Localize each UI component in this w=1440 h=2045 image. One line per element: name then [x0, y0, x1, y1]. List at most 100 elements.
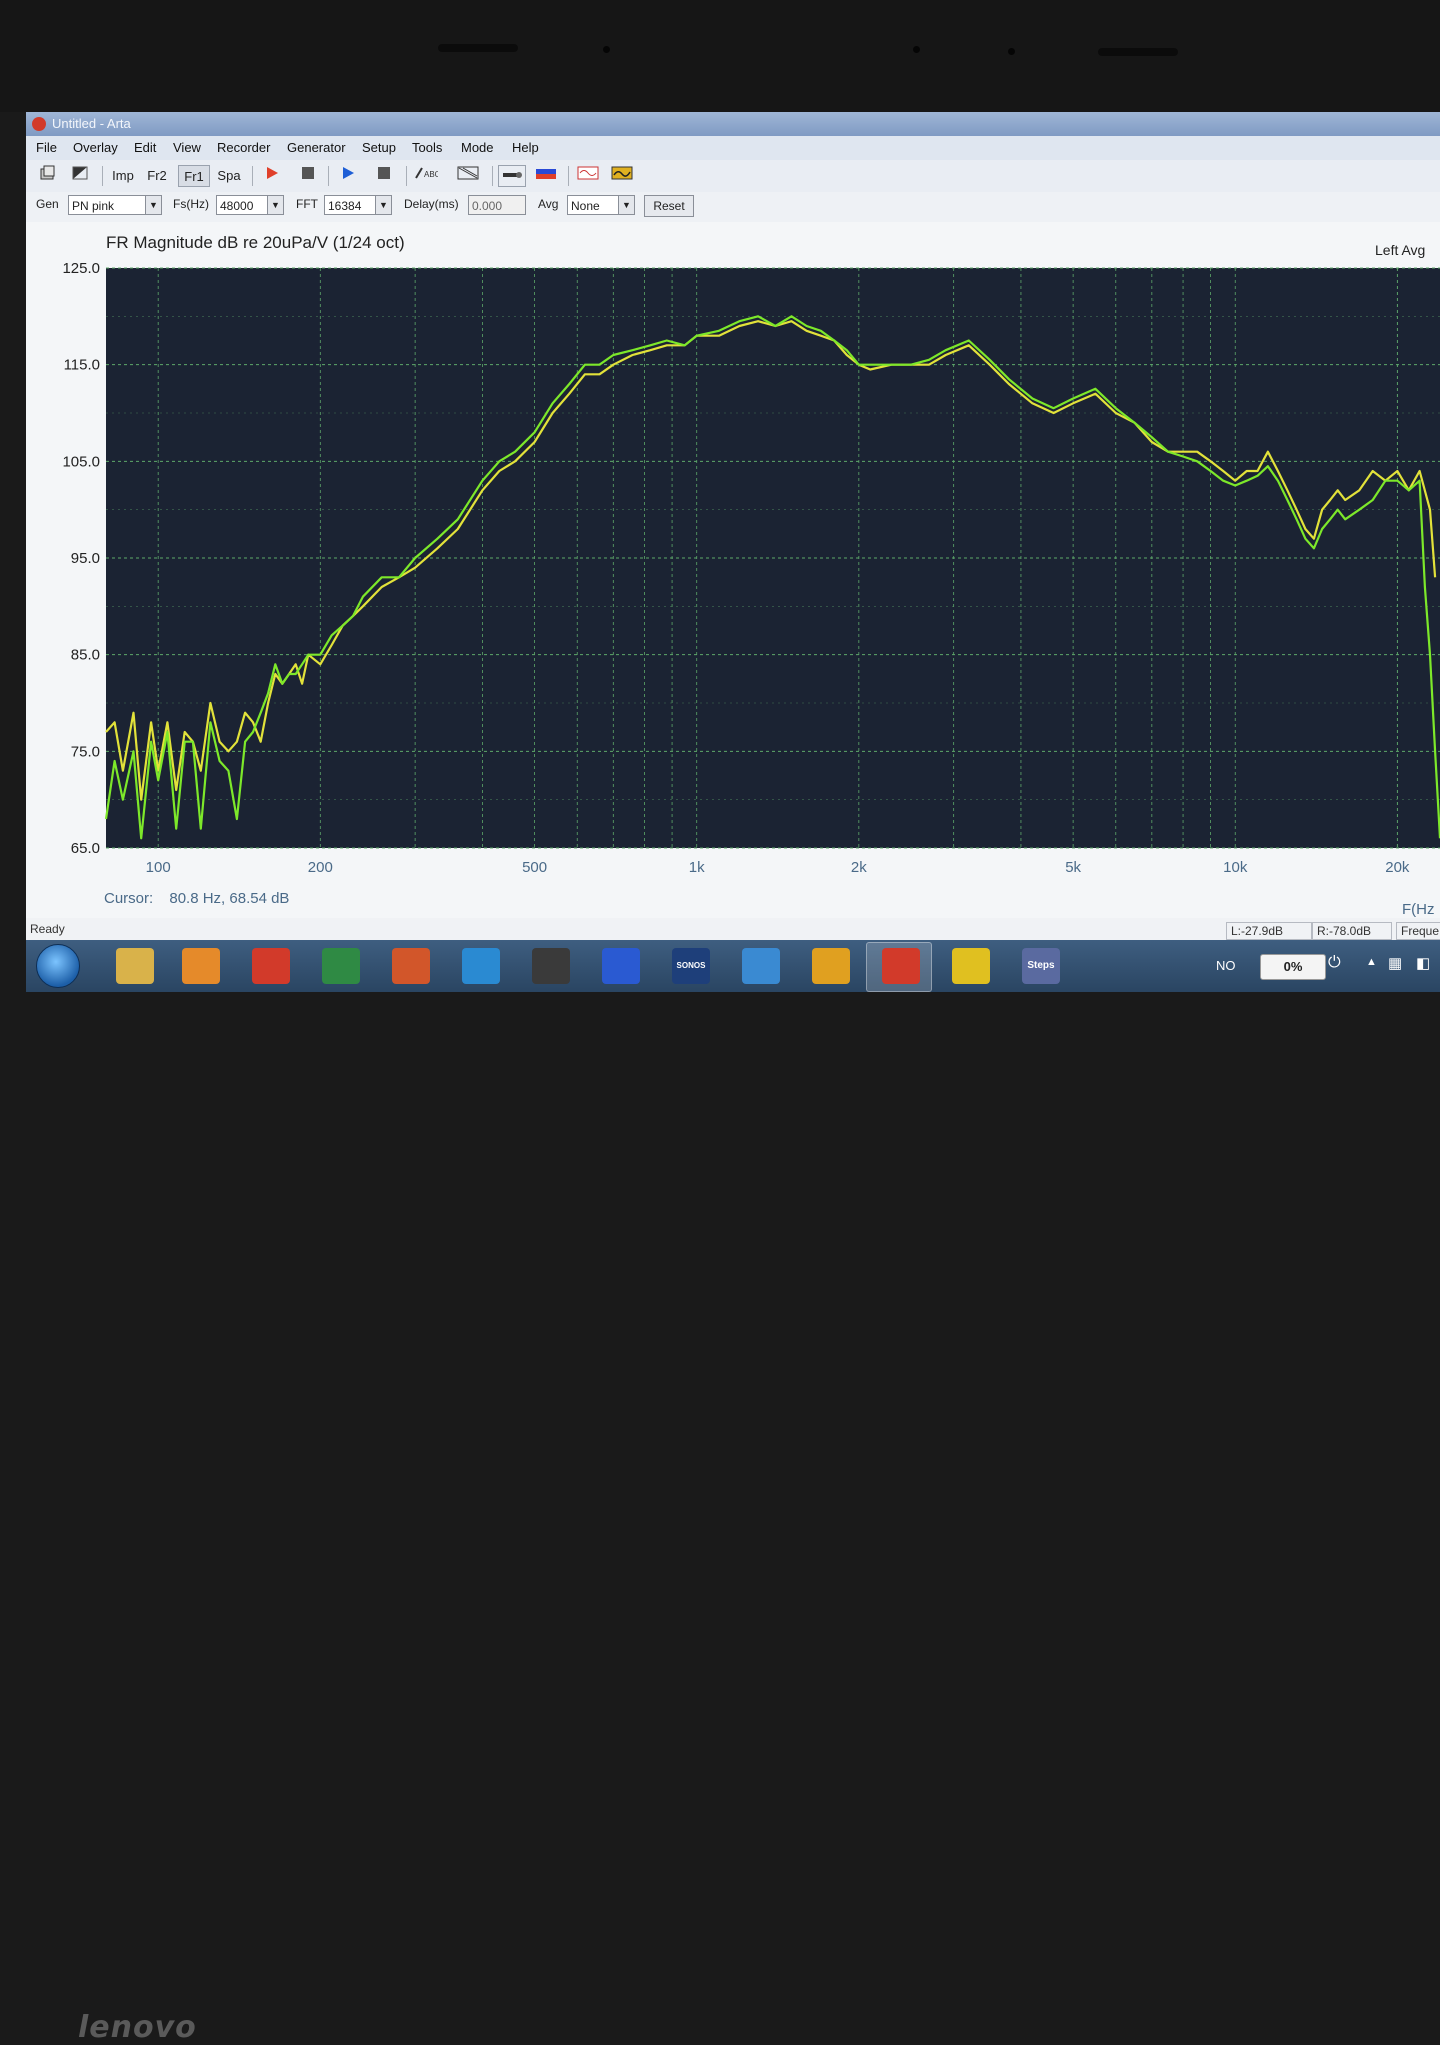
cursor-readout: Cursor: 80.8 Hz, 68.54 dB	[104, 890, 289, 907]
x-tick-label: 500	[522, 859, 547, 876]
y-axis: 125.0 115.0 105.0 95.0 85.0 75.0 65.0	[62, 260, 100, 857]
language-indicator[interactable]: NO	[1216, 958, 1236, 973]
generator-select[interactable]: PN pink	[68, 195, 146, 215]
menu-mode[interactable]: Mode	[461, 140, 494, 155]
fr1-mode-icon[interactable]: Fr1	[178, 165, 210, 187]
x-axis-label: F(Hz	[1402, 901, 1435, 918]
fr-magnitude-chart[interactable]: FR Magnitude dB re 20uPa/V (1/24 oct) Le…	[26, 222, 1440, 918]
chevron-down-icon[interactable]: ▼	[145, 195, 162, 215]
delay-input[interactable]: 0.000	[468, 195, 526, 215]
mail-app-icon[interactable]	[742, 948, 780, 984]
record-icon[interactable]	[258, 165, 286, 187]
status-bar: Ready L:-27.9dB R:-78.0dB Freque	[26, 918, 1440, 940]
menu-recorder[interactable]: Recorder	[217, 140, 270, 155]
impulse-mode-icon[interactable]: Imp	[108, 165, 138, 187]
chevron-down-icon[interactable]: ▼	[618, 195, 635, 215]
x-tick-label: 200	[308, 859, 333, 876]
excel-icon[interactable]	[322, 948, 360, 984]
open-file-icon[interactable]	[34, 165, 62, 187]
sample-rate-select[interactable]: 48000	[216, 195, 268, 215]
menu-bar: File Overlay Edit View Recorder Generato…	[26, 136, 1440, 160]
toolbar-separator	[568, 166, 569, 186]
wave-icon[interactable]	[574, 165, 602, 187]
media-player-icon[interactable]	[182, 948, 220, 984]
laptop-bezel-bottom: lenovo	[0, 992, 1440, 2045]
save-file-icon[interactable]	[66, 165, 94, 187]
delay-label: Delay(ms)	[404, 197, 459, 211]
battery-indicator[interactable]: 0%	[1260, 954, 1326, 980]
arta-app-icon	[32, 117, 46, 131]
y-tick-label: 75.0	[71, 743, 100, 760]
y-tick-label: 65.0	[71, 840, 100, 857]
play-icon[interactable]	[334, 165, 362, 187]
x-tick-label: 10k	[1223, 859, 1248, 876]
color-bar-icon[interactable]	[532, 165, 560, 187]
menu-overlay[interactable]: Overlay	[73, 140, 118, 155]
chevron-down-icon[interactable]: ▼	[267, 195, 284, 215]
chart-icon[interactable]	[454, 165, 482, 187]
spa-mode-icon[interactable]: Spa	[214, 165, 244, 187]
chart-title: FR Magnitude dB re 20uPa/V (1/24 oct)	[106, 233, 405, 252]
menu-setup[interactable]: Setup	[362, 140, 396, 155]
powerpoint-icon[interactable]	[392, 948, 430, 984]
x-tick-label: 5k	[1065, 859, 1081, 876]
menu-file[interactable]: File	[36, 140, 57, 155]
oscilloscope-icon[interactable]	[608, 165, 636, 187]
red-grid-app-icon[interactable]	[252, 948, 290, 984]
laptop-bezel-top	[0, 0, 1440, 112]
fr2-mode-icon[interactable]: Fr2	[142, 165, 172, 187]
chart-legend: Left Avg	[1375, 242, 1425, 258]
bezel-dot	[603, 46, 610, 53]
network-icon[interactable]: ▦	[1388, 954, 1402, 972]
menu-help[interactable]: Help	[512, 140, 539, 155]
show-hidden-icons-icon[interactable]: ▲	[1366, 956, 1377, 968]
menu-tools[interactable]: Tools	[412, 140, 442, 155]
outlook-icon[interactable]	[812, 948, 850, 984]
taskbar: SONOS Steps NO 0% ⏻ ▲ ▦ ◧	[26, 940, 1440, 992]
start-button[interactable]	[36, 944, 80, 988]
probe-icon[interactable]	[498, 165, 526, 187]
right-level: R:-78.0dB	[1312, 922, 1392, 940]
stop-icon[interactable]	[370, 165, 398, 187]
steps-app-icon[interactable]: Steps	[1022, 948, 1060, 984]
x-tick-label: 1k	[689, 859, 705, 876]
menu-generator[interactable]: Generator	[287, 140, 346, 155]
fft-size-select[interactable]: 16384	[324, 195, 376, 215]
cursor-value: 80.8 Hz, 68.54 dB	[169, 890, 290, 907]
file-explorer-icon[interactable]	[116, 948, 154, 984]
volume-icon[interactable]: ◧	[1416, 954, 1430, 972]
avg-label: Avg	[538, 197, 559, 211]
power-plug-icon[interactable]: ⏻	[1328, 954, 1341, 972]
stop-icon[interactable]	[294, 165, 322, 187]
toolbar-separator	[406, 166, 407, 186]
word-icon[interactable]	[602, 948, 640, 984]
toolbar-separator	[492, 166, 493, 186]
bezel-slot	[1098, 48, 1178, 56]
svg-text:ABC: ABC	[424, 170, 438, 179]
toolbar-separator	[102, 166, 103, 186]
menu-view[interactable]: View	[173, 140, 201, 155]
lightning-app-icon[interactable]	[952, 948, 990, 984]
x-axis: 100 200 500 1k 2k 5k 10k 20k	[146, 859, 1410, 876]
plot-area: FR Magnitude dB re 20uPa/V (1/24 oct) Le…	[26, 222, 1440, 928]
sonos-icon[interactable]: SONOS	[672, 948, 710, 984]
gen-label: Gen	[36, 197, 59, 211]
xa-app-icon[interactable]	[532, 948, 570, 984]
x-tick-label: 20k	[1385, 859, 1410, 876]
chevron-down-icon[interactable]: ▼	[375, 195, 392, 215]
menu-edit[interactable]: Edit	[134, 140, 156, 155]
y-tick-label: 125.0	[62, 260, 100, 277]
window-title: Untitled - Arta	[52, 116, 131, 131]
text-icon[interactable]: ABC	[412, 165, 441, 187]
frequency-cell: Freque	[1396, 922, 1440, 940]
media-center-icon[interactable]	[462, 948, 500, 984]
y-tick-label: 105.0	[62, 453, 100, 470]
average-select[interactable]: None	[567, 195, 619, 215]
options-bar: Gen PN pink ▼ Fs(Hz) 48000 ▼ FFT 16384 ▼…	[26, 192, 1440, 223]
title-bar: Untitled - Arta	[26, 112, 1440, 136]
x-tick-label: 100	[146, 859, 171, 876]
arta-app-icon[interactable]	[882, 948, 920, 984]
lenovo-logo: lenovo	[78, 2010, 197, 2045]
bezel-slot	[438, 44, 518, 52]
reset-button[interactable]: Reset	[644, 195, 694, 217]
